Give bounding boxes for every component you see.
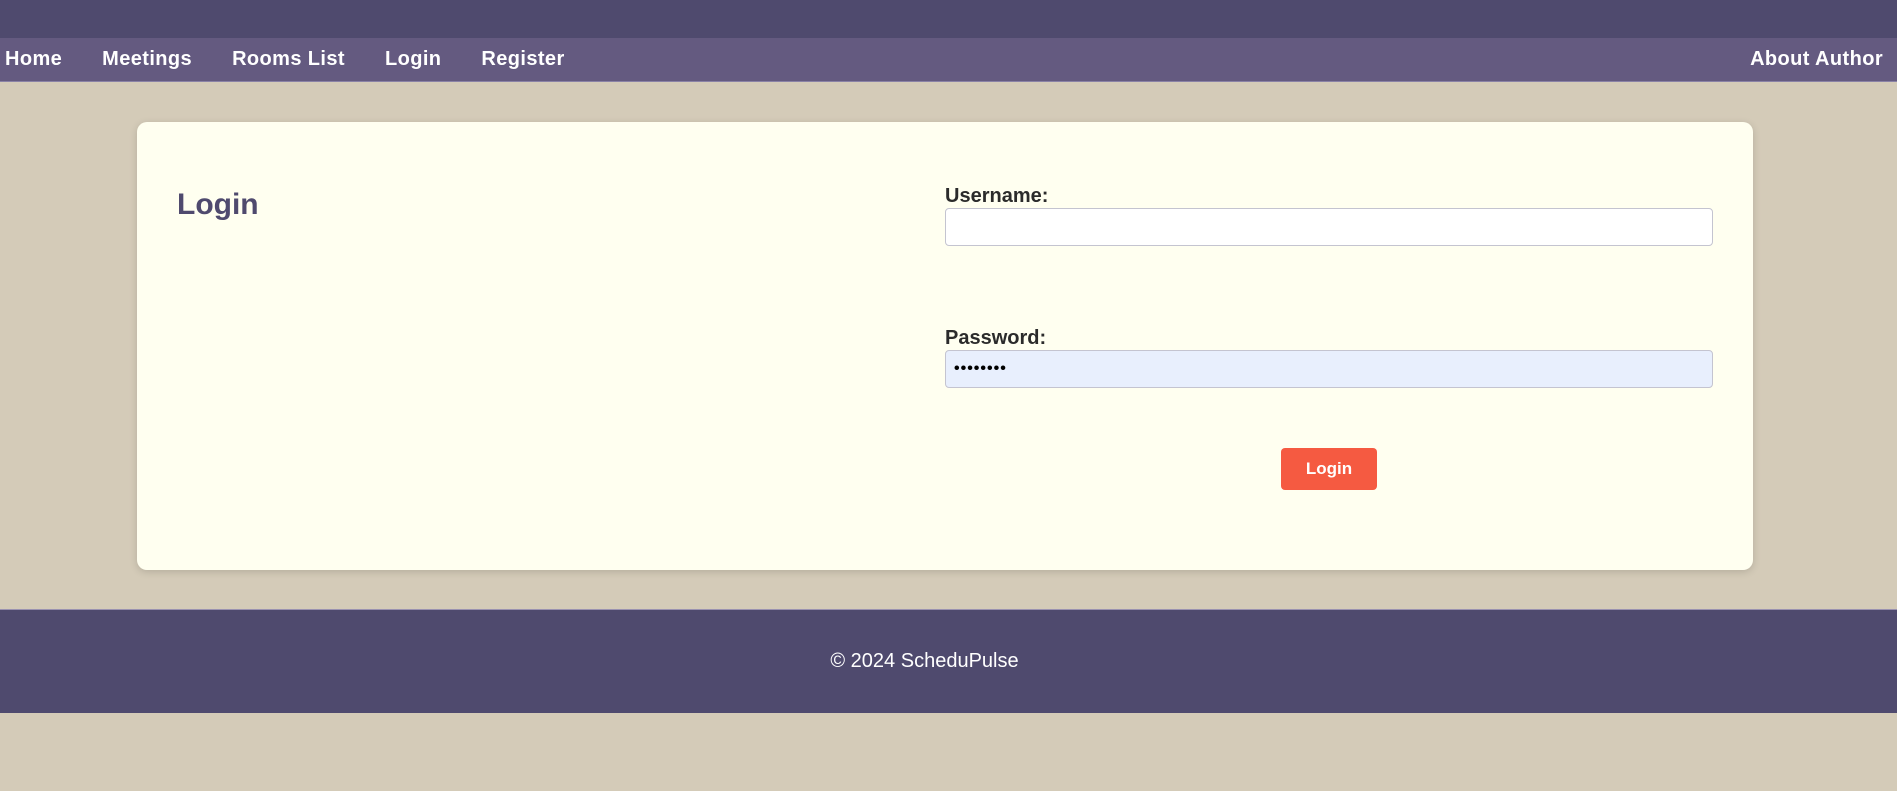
password-field-group: Password: [945, 326, 1713, 388]
nav-home-link[interactable]: Home [0, 48, 82, 71]
login-card: Login Username: Password: Login [137, 122, 1753, 570]
nav-register-link[interactable]: Register [461, 48, 584, 71]
login-form: Username: Password: Login [945, 184, 1713, 490]
page-title: Login [177, 188, 259, 221]
main-navbar: Home Meetings Rooms List Login Register … [0, 38, 1897, 82]
nav-rooms-list-link[interactable]: Rooms List [212, 48, 365, 71]
username-field-group: Username: [945, 184, 1713, 246]
nav-right-group: About Author [1730, 48, 1897, 71]
nav-login-link[interactable]: Login [365, 48, 461, 71]
page-footer: © 2024 ScheduPulse [0, 609, 1897, 713]
content-area: Login Username: Password: Login [0, 82, 1897, 609]
username-label: Username: [945, 185, 1049, 207]
password-label: Password: [945, 327, 1047, 349]
submit-wrapper: Login [945, 448, 1713, 490]
footer-copyright: © 2024 ScheduPulse [830, 650, 1019, 672]
nav-left-group: Home Meetings Rooms List Login Register [0, 48, 585, 71]
nav-about-author-link[interactable]: About Author [1730, 48, 1897, 70]
password-input[interactable] [945, 350, 1713, 388]
login-submit-button[interactable]: Login [1281, 448, 1377, 490]
username-input[interactable] [945, 208, 1713, 246]
top-bar [0, 0, 1897, 38]
nav-meetings-link[interactable]: Meetings [82, 48, 212, 71]
